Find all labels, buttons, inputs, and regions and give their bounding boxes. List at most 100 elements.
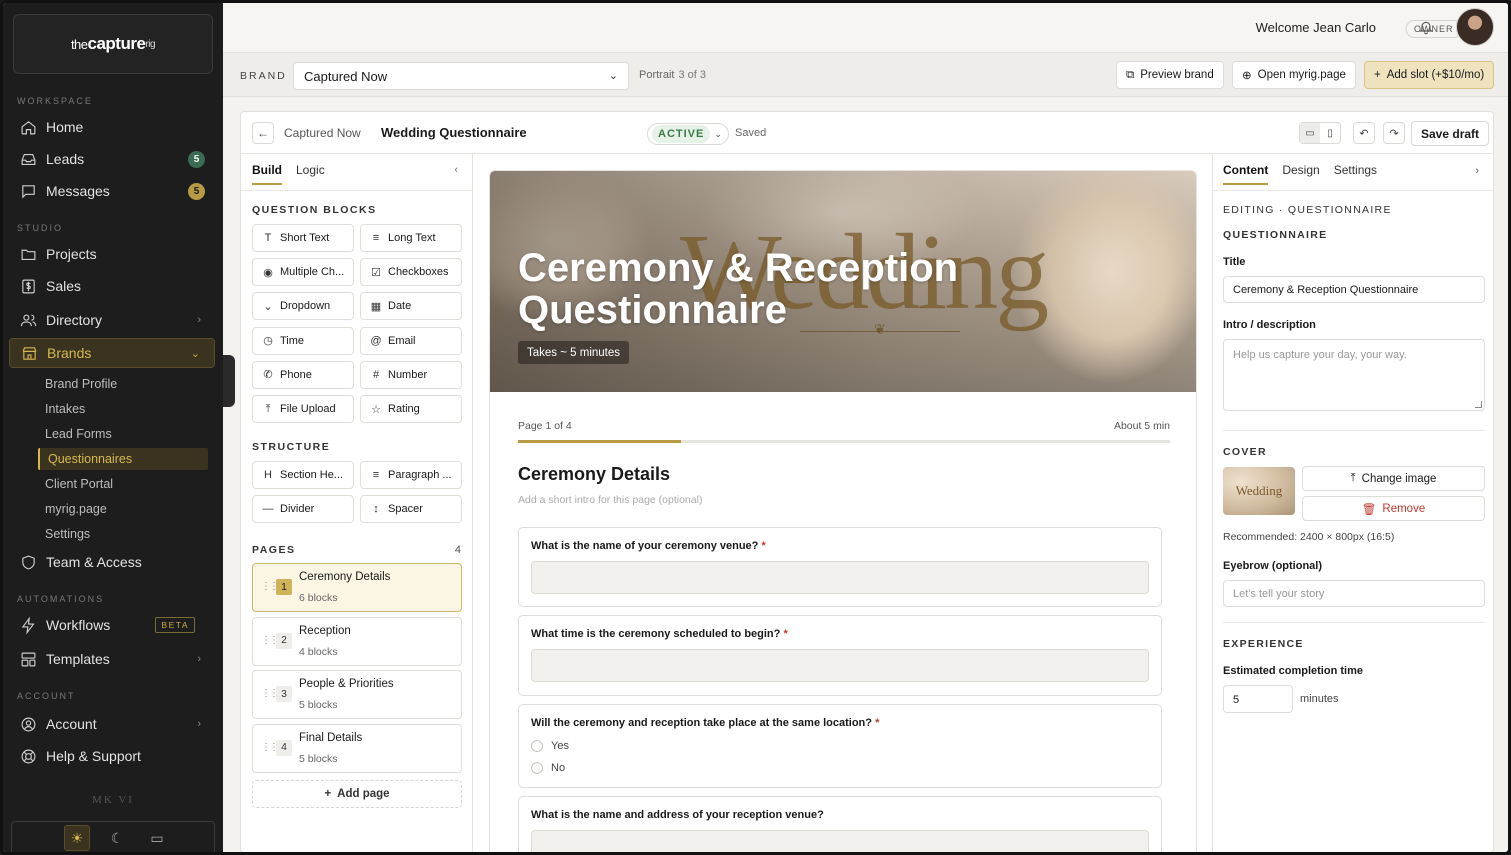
tab-logic[interactable]: Logic [296,163,325,185]
tab-settings[interactable]: Settings [1334,163,1377,185]
page-list-item[interactable]: ⋮⋮ 1 Ceremony Details 6 blocks [252,563,462,612]
block-type-button[interactable]: ↕ Spacer [360,495,462,523]
add-page-button[interactable]: + Add page [252,780,462,808]
monitor-icon[interactable]: ▭ [144,825,170,851]
remove-cover-button[interactable]: 🗑 Remove [1302,496,1485,521]
change-image-button[interactable]: ⤒ Change image [1302,466,1485,491]
nav-sales[interactable]: Sales [9,271,215,301]
undo-icon[interactable]: ↶ [1353,122,1375,144]
sun-icon[interactable]: ☀ [64,825,90,851]
page-title: Ceremony Details [299,571,391,583]
page-list-item[interactable]: ⋮⋮ 4 Final Details 5 blocks [252,723,462,773]
answer-input[interactable] [531,561,1149,594]
divider [1213,190,1493,191]
block-type-button[interactable]: ◉ Multiple Ch... [252,258,354,287]
folder-icon [19,245,37,263]
nav-team-access[interactable]: Team & Access [9,547,215,577]
block-type-button[interactable]: @ Email [360,326,462,355]
block-type-button[interactable]: — Divider [252,495,354,523]
breadcrumb-parent[interactable]: Captured Now [284,126,361,140]
collapse-left-icon[interactable]: ‹ [454,164,458,176]
nav-projects[interactable]: Projects [9,239,215,269]
open-myrig-page-button[interactable]: ⊕ Open myrig.page [1232,61,1356,89]
block-type-label: Multiple Ch... [280,266,345,279]
block-type-icon: ☑ [371,266,381,279]
cover-thumbnail[interactable]: Wedding [1223,467,1295,515]
sidebar-collapse-handle[interactable] [223,355,235,407]
nav-templates[interactable]: Templates › [9,644,215,674]
answer-input[interactable] [531,830,1149,852]
nav-account[interactable]: Account › [9,709,215,739]
progress-bar [518,440,1170,443]
user-avatar[interactable] [1456,8,1494,46]
tab-design[interactable]: Design [1282,163,1319,185]
block-type-button[interactable]: ✆ Phone [252,360,354,389]
nav-directory[interactable]: Directory › [9,305,215,335]
subnav-settings[interactable]: Settings [45,527,90,541]
mobile-icon[interactable]: ▯ [1320,123,1340,143]
external-link-icon: ⧉ [1126,68,1135,81]
radio-option[interactable]: Yes [531,740,569,752]
page-list-item[interactable]: ⋮⋮ 2 Reception 4 blocks [252,616,462,666]
page-section-intro[interactable]: Add a short intro for this page (optiona… [518,494,702,506]
completion-time-input[interactable]: 5 [1223,685,1293,713]
block-type-button[interactable]: ⌄ Dropdown [252,292,354,321]
subnav-myrig-page[interactable]: myrig.page [45,502,107,516]
subnav-lead-forms[interactable]: Lead Forms [45,427,112,441]
tab-content[interactable]: Content [1223,163,1269,185]
question-label: Will the ceremony and reception take pla… [531,717,880,729]
nav-messages[interactable]: Messages 5 [9,176,215,206]
bell-icon[interactable] [1418,19,1434,39]
page-list-item[interactable]: ⋮⋮ 3 People & Priorities 5 blocks [252,670,462,719]
add-slot-button[interactable]: + Add slot (+$10/mo) [1364,61,1495,89]
nav-help-support[interactable]: Help & Support [9,741,215,771]
globe-icon: ⊕ [1242,70,1252,82]
builder-panel: Build Logic ‹ QUESTION BLOCKS T Short Tex… [241,154,473,852]
block-type-button[interactable]: H Section He... [252,461,354,489]
subnav-brand-profile[interactable]: Brand Profile [45,377,117,391]
subnav-questionnaires[interactable]: Questionnaires [38,448,208,470]
page-title: Reception [299,624,351,637]
brand-logo[interactable]: the capture rig [13,14,213,74]
drag-handle-icon[interactable]: ⋮⋮ [261,581,279,592]
nav-workflows[interactable]: Workflows BETA [9,610,215,640]
drag-handle-icon[interactable]: ⋮⋮ [261,742,279,753]
subnav-client-portal[interactable]: Client Portal [45,477,113,491]
block-type-button[interactable]: ▦ Date [360,292,462,321]
subnav-intakes[interactable]: Intakes [45,402,85,416]
store-icon [20,344,38,362]
block-type-button[interactable]: T Short Text [252,224,354,252]
drag-handle-icon[interactable]: ⋮⋮ [261,688,279,699]
brand-select[interactable]: Captured Now ⌄ [293,62,629,90]
preview-brand-button[interactable]: ⧉ Preview brand [1116,61,1224,89]
collapse-right-icon[interactable]: › [1475,165,1479,177]
tab-build[interactable]: Build [252,163,282,185]
drag-handle-icon[interactable]: ⋮⋮ [261,635,279,646]
intro-textarea[interactable]: Help us capture your day, your way. [1223,339,1485,411]
nav-home[interactable]: Home [9,112,215,142]
back-arrow-icon[interactable]: ← [252,122,274,144]
redo-icon[interactable]: ↷ [1383,122,1405,144]
block-type-button[interactable]: # Number [360,360,462,389]
question-card[interactable]: What is the name of your ceremony venue?… [518,527,1162,607]
radio-option[interactable]: No [531,762,565,774]
nav-leads[interactable]: Leads 5 [9,144,215,174]
moon-icon[interactable]: ☾ [104,825,130,851]
block-type-button[interactable]: ☑ Checkboxes [360,258,462,287]
question-card[interactable]: What is the name and address of your rec… [518,796,1162,852]
title-input[interactable]: Ceremony & Reception Questionnaire [1223,276,1485,303]
question-card[interactable]: Will the ceremony and reception take pla… [518,704,1162,788]
save-draft-button[interactable]: Save draft [1411,121,1490,146]
status-dropdown[interactable]: ACTIVE ⌄ [647,123,729,145]
block-type-button[interactable]: ≡ Paragraph ... [360,461,462,489]
cover-heading: COVER [1223,446,1267,458]
block-type-button[interactable]: ≡ Long Text [360,224,462,252]
eyebrow-input[interactable]: Let's tell your story [1223,580,1485,607]
question-card[interactable]: What time is the ceremony scheduled to b… [518,615,1162,696]
desktop-icon[interactable]: ▭ [1300,123,1320,143]
block-type-button[interactable]: ◷ Time [252,326,354,355]
nav-brands[interactable]: Brands ⌄ [9,338,215,368]
block-type-button[interactable]: ⤒ File Upload [252,395,354,423]
answer-input[interactable] [531,649,1149,682]
block-type-button[interactable]: ☆ Rating [360,395,462,423]
